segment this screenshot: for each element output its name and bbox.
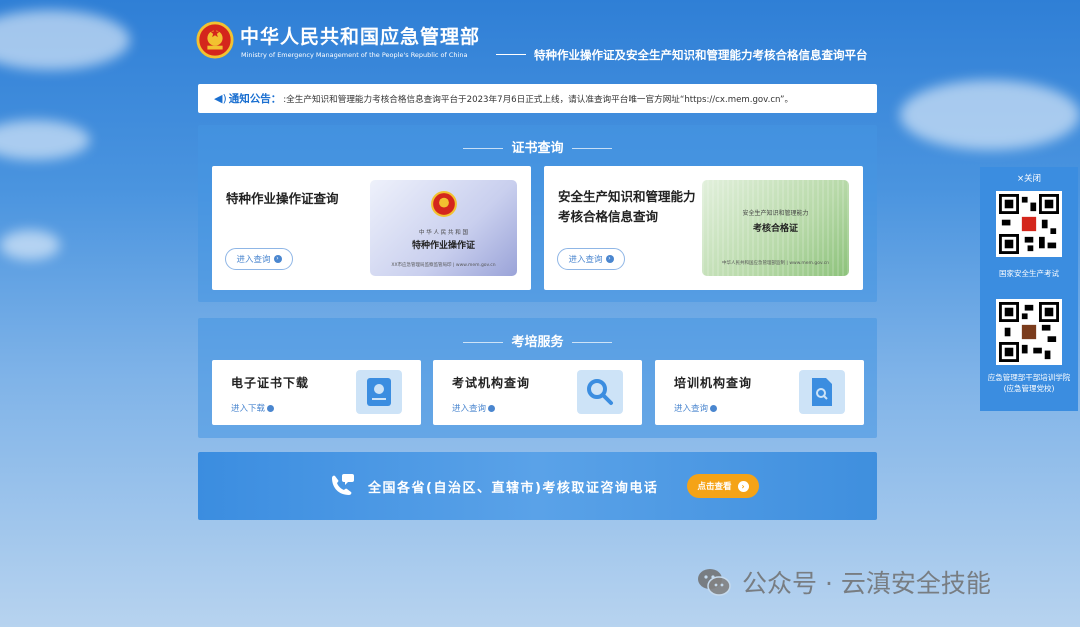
link-label: 进入查询 bbox=[452, 404, 487, 414]
phone-chat-icon bbox=[332, 474, 354, 495]
safety-management-cert-image: 安全生产知识和管理能力 考核合格证 中华人民共和国应急管理部监制 | www.m… bbox=[702, 180, 849, 276]
enter-query-link[interactable]: 进入查询 bbox=[674, 402, 718, 414]
magnifier-icon bbox=[577, 370, 623, 414]
special-operation-cert-image: 中 华 人 民 共 和 国 特种作业操作证 XX市应急管理局监察监管局印 | w… bbox=[370, 180, 517, 276]
close-button[interactable]: ×关闭 bbox=[980, 172, 1078, 184]
cloud-decoration bbox=[0, 230, 60, 260]
cert-image-title: 考核合格证 bbox=[752, 224, 798, 234]
cert-image-subtitle: 安全生产知识和管理能力 bbox=[742, 210, 809, 217]
section-title-text: 考培服务 bbox=[511, 335, 564, 350]
arrow-icon: › bbox=[737, 480, 749, 492]
certificate-query-section: 证书查询 特种作业操作证查询 进入查询 › 中 华 人 民 共 和 国 特种作业操… bbox=[198, 125, 877, 302]
cert-image-title: 特种作业操作证 bbox=[411, 241, 475, 251]
exam-training-services-section: 考培服务 电子证书下载 进入下载 考试机构查询 进入查询 培训机构查询 进入查询 bbox=[198, 318, 877, 438]
card-title-line2: 考核合格信息查询 bbox=[558, 209, 659, 224]
hotline-text: 全国各省(自治区、直辖市)考核取证咨询电话 bbox=[368, 481, 659, 496]
cert-image-footer: XX市应急管理局监察监管局印 | www.mem.gov.cn bbox=[391, 263, 496, 268]
section-title-text: 证书查询 bbox=[511, 141, 564, 156]
notice-text[interactable]: :全生产知识和管理能力考核合格信息查询平台于2023年7月6日正式上线，请认准查… bbox=[283, 93, 793, 105]
button-label: 进入查询 bbox=[568, 255, 603, 265]
wechat-watermark: 公众号 · 云滇安全技能 bbox=[696, 564, 991, 600]
enter-query-button[interactable]: 进入查询 › bbox=[225, 248, 293, 270]
card-title: 电子证书下载 bbox=[231, 376, 310, 390]
training-institution-query-card[interactable]: 培训机构查询 进入查询 bbox=[655, 360, 864, 425]
qr-code-training-college bbox=[996, 299, 1062, 365]
card-title-line1: 安全生产知识和管理能力 bbox=[558, 189, 696, 204]
cloud-decoration bbox=[0, 120, 90, 160]
national-emblem-icon bbox=[196, 21, 234, 59]
arrow-icon: › bbox=[273, 255, 282, 263]
watermark-text: 公众号 · 云滇安全技能 bbox=[742, 569, 991, 598]
cert-image-footer: 中华人民共和国应急管理部监制 | www.mem.gov.cn bbox=[721, 261, 830, 266]
divider bbox=[496, 54, 526, 55]
enter-query-button[interactable]: 进入查询 › bbox=[557, 248, 625, 270]
arrow-icon bbox=[710, 404, 718, 412]
section-title: 证书查询 bbox=[198, 137, 877, 156]
platform-title: 特种作业操作证及安全生产知识和管理能力考核合格信息查询平台 bbox=[534, 48, 868, 62]
card-title: 培训机构查询 bbox=[674, 376, 753, 390]
notice-bar: ◀) 通知公告： :全生产知识和管理能力考核合格信息查询平台于2023年7月6日… bbox=[198, 84, 877, 113]
card-title: 特种作业操作证查询 bbox=[226, 191, 339, 206]
button-label: 点击查看 bbox=[697, 482, 732, 492]
click-view-button[interactable]: 点击查看 › bbox=[687, 474, 759, 498]
site-header: 中华人民共和国应急管理部 Ministry of Emergency Manag… bbox=[196, 18, 886, 68]
enter-query-link[interactable]: 进入查询 bbox=[452, 402, 496, 414]
section-title: 考培服务 bbox=[198, 331, 877, 350]
link-label: 进入下载 bbox=[231, 404, 266, 414]
arrow-icon: › bbox=[605, 255, 614, 263]
link-label: 进入查询 bbox=[674, 404, 709, 414]
card-title: 考试机构查询 bbox=[452, 376, 531, 390]
button-label: 进入查询 bbox=[236, 255, 271, 265]
e-certificate-download-card[interactable]: 电子证书下载 进入下载 bbox=[212, 360, 421, 425]
certificate-icon bbox=[356, 370, 402, 414]
qr-caption-line1: 应急管理部干部培训学院 bbox=[987, 373, 1071, 382]
cloud-decoration bbox=[0, 10, 130, 70]
qr-code-exam bbox=[996, 191, 1062, 257]
enter-download-link[interactable]: 进入下载 bbox=[231, 402, 275, 414]
cloud-decoration bbox=[900, 80, 1080, 150]
national-emblem-icon bbox=[431, 191, 457, 217]
cert-image-subtitle: 中 华 人 民 共 和 国 bbox=[419, 230, 468, 236]
safety-management-cert-card[interactable]: 安全生产知识和管理能力 考核合格信息查询 进入查询 › 安全生产知识和管理能力 考… bbox=[544, 166, 863, 290]
arrow-icon bbox=[488, 404, 496, 412]
qr-caption-line2: (应急管理党校) bbox=[1003, 384, 1055, 393]
ministry-name-cn: 中华人民共和国应急管理部 bbox=[240, 26, 481, 48]
qr-code-icon bbox=[999, 194, 1059, 254]
consultation-hotline-banner[interactable]: 全国各省(自治区、直辖市)考核取证咨询电话 点击查看 › bbox=[198, 452, 877, 520]
qr-code-icon bbox=[999, 302, 1059, 362]
qr-caption: 国家安全生产考试 bbox=[999, 269, 1059, 278]
arrow-icon bbox=[267, 404, 275, 412]
wechat-icon bbox=[698, 569, 731, 596]
special-operation-cert-card[interactable]: 特种作业操作证查询 进入查询 › 中 华 人 民 共 和 国 特种作业操作证 XX… bbox=[212, 166, 531, 290]
notice-label: 通知公告： bbox=[228, 93, 282, 105]
speaker-icon: ◀) bbox=[214, 92, 227, 105]
ministry-name-en: Ministry of Emergency Management of the … bbox=[241, 51, 468, 59]
document-search-icon bbox=[799, 370, 845, 414]
exam-institution-query-card[interactable]: 考试机构查询 进入查询 bbox=[433, 360, 642, 425]
qr-code-side-panel: ×关闭 国家安全生产考试 应急管理部干部培训学院 (应急管理党校) bbox=[980, 167, 1078, 411]
